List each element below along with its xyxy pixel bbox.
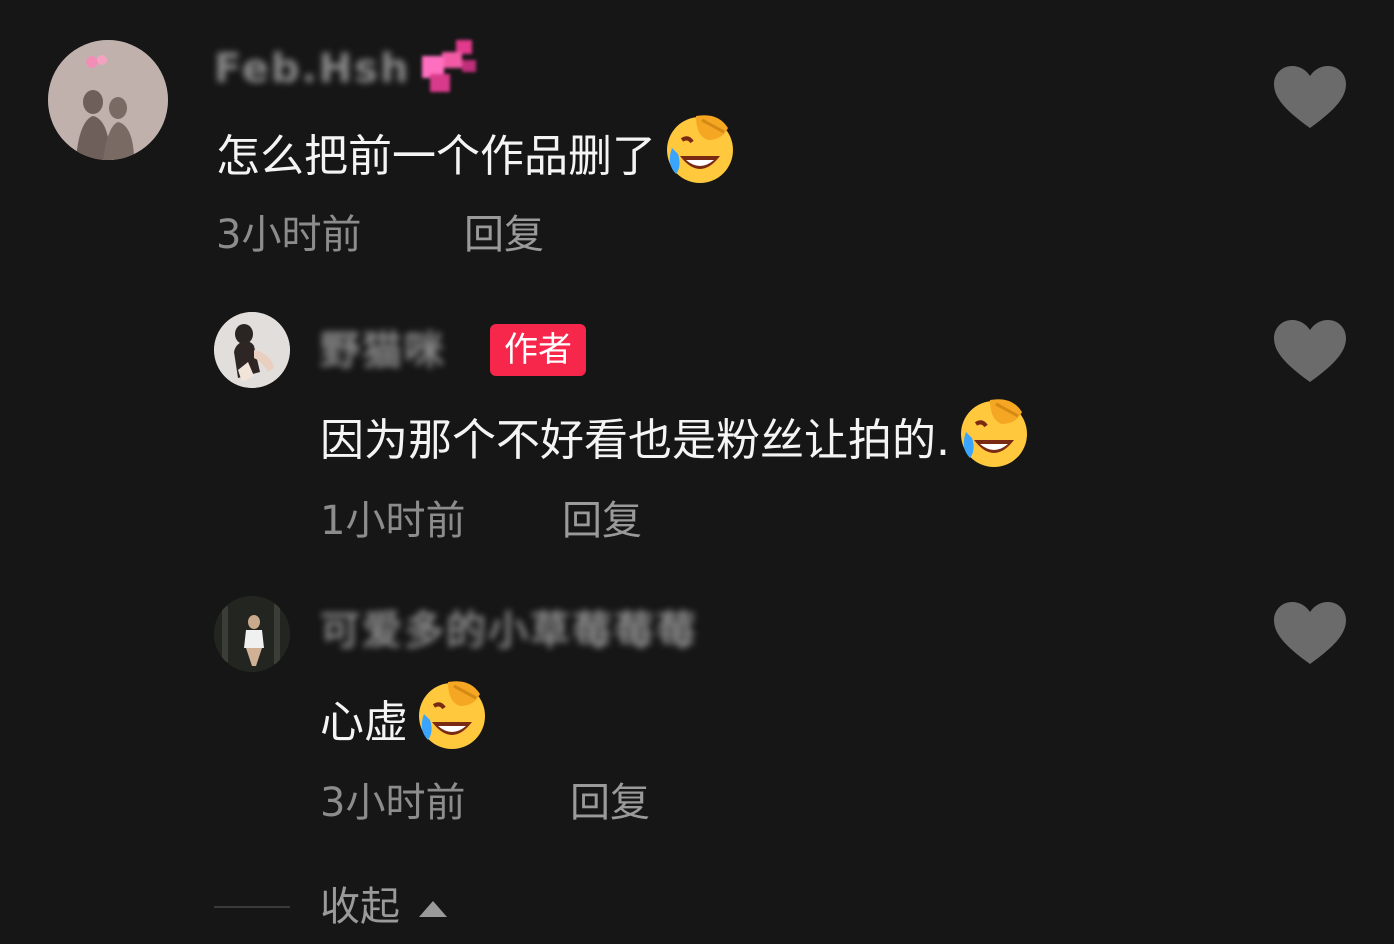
avatar-comment-3[interactable] (214, 596, 290, 672)
laughing-crying-emoji-icon (662, 110, 738, 200)
like-heart-icon-comment-3[interactable] (1274, 602, 1346, 666)
reply-button-comment-2[interactable]: 回复 (562, 496, 642, 546)
avatar-comment-1[interactable] (48, 40, 168, 160)
collapse-label: 收起 (320, 884, 400, 930)
username-comment-1[interactable]: Feb.Hsh (214, 44, 410, 94)
like-heart-icon-comment-2[interactable] (1274, 320, 1346, 384)
username-comment-3[interactable]: 可爱多的小草莓莓莓 (320, 606, 698, 656)
avatar-comment-2[interactable] (214, 312, 290, 388)
collapse-divider (214, 906, 290, 908)
comment-text-3: 心虚 (320, 681, 490, 766)
laughing-crying-emoji-icon (414, 676, 490, 766)
like-heart-icon-comment-1[interactable] (1274, 66, 1346, 130)
collapse-replies-button[interactable]: 收起 (320, 882, 449, 932)
username-comment-2[interactable]: 野猫咪 (320, 326, 446, 376)
comment-text-2: 因为那个不好看也是粉丝让拍的. (320, 399, 1032, 484)
pink-heart-pixel-icon (418, 40, 480, 98)
timestamp-comment-1: 3小时前 (216, 212, 362, 258)
reply-button-comment-1[interactable]: 回复 (464, 210, 544, 260)
comment-text-1: 怎么把前一个作品删了 (216, 115, 738, 200)
timestamp-comment-2: 1小时前 (320, 498, 466, 544)
caret-up-icon (417, 881, 449, 931)
reply-button-comment-3[interactable]: 回复 (570, 778, 650, 828)
laughing-crying-emoji-icon (956, 394, 1032, 484)
timestamp-comment-3: 3小时前 (320, 780, 466, 826)
author-badge: 作者 (490, 324, 586, 376)
